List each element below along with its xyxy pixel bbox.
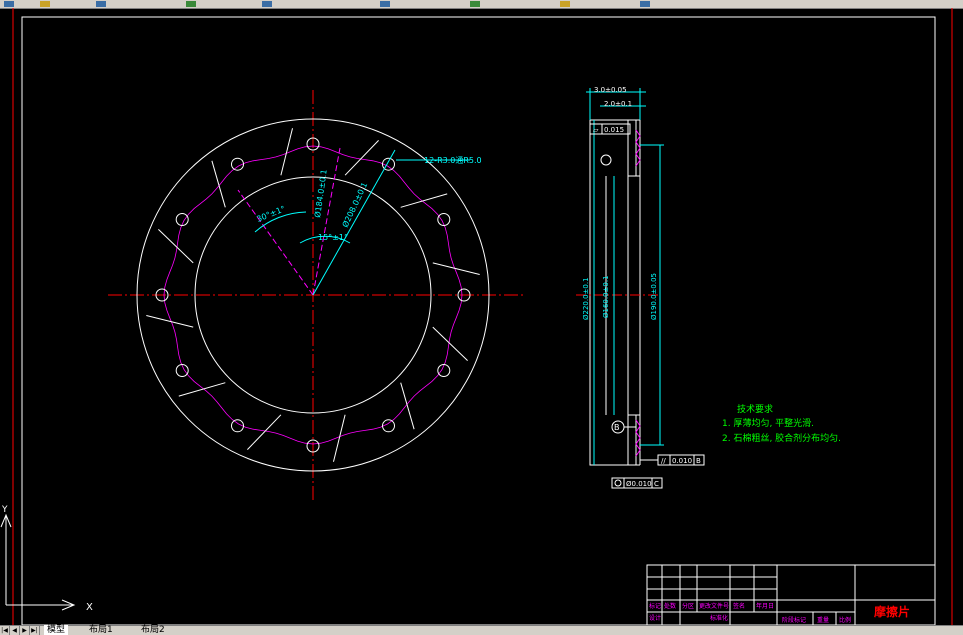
flatness-tol: 0.015: [604, 126, 624, 134]
ucs-icon: X Y: [0, 505, 93, 613]
undo-icon[interactable]: [380, 1, 390, 7]
tb-cell-zhongliang: 重量: [817, 616, 829, 624]
position-datum: C: [654, 480, 659, 488]
dim-angle-15: 15°±1°: [318, 233, 348, 242]
pan-icon[interactable]: [470, 1, 480, 7]
slot-line: [432, 326, 468, 361]
tech-item-2: 2. 石棉粗丝, 胶合剂分布均匀.: [722, 432, 841, 444]
ucs-y-label: Y: [1, 505, 8, 515]
parallel-tol: 0.010: [672, 457, 692, 465]
position-symbol-icon: [614, 479, 622, 487]
front-view: 30°±1° 15°±1° Ø184.0±0.1 Ø208.0±0.1 12-R…: [108, 90, 525, 500]
slot-line: [247, 414, 282, 450]
ucs-x-label: X: [86, 602, 93, 613]
flatness-symbol: ▱: [593, 126, 599, 134]
tb-cell-biaoji: 标记: [649, 602, 661, 610]
slot-line: [178, 382, 226, 397]
tb-cell-nianyueri: 年月日: [756, 602, 774, 610]
dim-thickness-total: 3.0±0.05: [594, 86, 627, 94]
tb-cell-sheji: 设计: [649, 614, 661, 622]
drawing-frame: [21, 16, 936, 625]
print-icon[interactable]: [186, 1, 196, 7]
open-icon[interactable]: [40, 1, 50, 7]
tb-cell-chushu: 处数: [664, 602, 676, 610]
slot-line: [400, 382, 415, 430]
tb-cell-jieduan: 阶段标记: [782, 616, 806, 624]
side-hole-top: [600, 154, 612, 166]
position-tol: Ø0.010: [626, 480, 652, 488]
tech-title: 技术要求: [737, 403, 773, 415]
title-block: 标记 处数 分区 更改文件号 签名 年月日 设计 标准化 阶段标记 重量 比例 …: [646, 564, 936, 625]
slot-line: [211, 160, 226, 208]
slot-line: [344, 140, 379, 176]
dim-dia-190: Ø190.0±0.05: [650, 273, 658, 320]
slot-line: [158, 229, 194, 264]
tb-cell-gengai: 更改文件号: [699, 602, 729, 610]
tb-cell-qianming: 签名: [733, 602, 745, 610]
drawing-canvas[interactable]: 30°±1° 15°±1° Ø184.0±0.1 Ø208.0±0.1 12-R…: [0, 8, 963, 625]
save-icon[interactable]: [96, 1, 106, 7]
side-view: 3.0±0.05 2.0±0.1 Ø220.0±0.1 Ø160.0±0.1 Ø…: [576, 86, 705, 489]
dim-dia-184: Ø184.0±0.1: [312, 169, 329, 219]
dim-hole-callout: 12-R3.0通R5.0: [424, 155, 482, 165]
slot-line: [400, 193, 448, 208]
new-icon[interactable]: [4, 1, 14, 7]
datum-b: B: [614, 423, 620, 432]
tb-cell-fenqu: 分区: [682, 602, 694, 610]
dim-dia-160: Ø160.0±0.1: [602, 275, 610, 318]
tb-cell-biaozhunhua: 标准化: [710, 614, 728, 622]
side-hatch: [635, 129, 641, 457]
part-name: 摩擦片: [874, 604, 910, 619]
zoom-icon[interactable]: [560, 1, 570, 7]
dim-dia-220: Ø220.0±0.1: [582, 277, 590, 320]
tech-requirements: 技术要求 1. 厚薄均匀, 平整光滑. 2. 石棉粗丝, 胶合剂分布均匀.: [722, 403, 841, 444]
parallel-datum: B: [696, 457, 701, 465]
tech-item-1: 1. 厚薄均匀, 平整光滑.: [722, 417, 814, 429]
properties-icon[interactable]: [640, 1, 650, 7]
tb-cell-bili: 比例: [839, 616, 851, 624]
cut-icon[interactable]: [262, 1, 272, 7]
dim-thickness-layer: 2.0±0.1: [604, 100, 632, 108]
parallel-symbol: //: [661, 457, 666, 465]
